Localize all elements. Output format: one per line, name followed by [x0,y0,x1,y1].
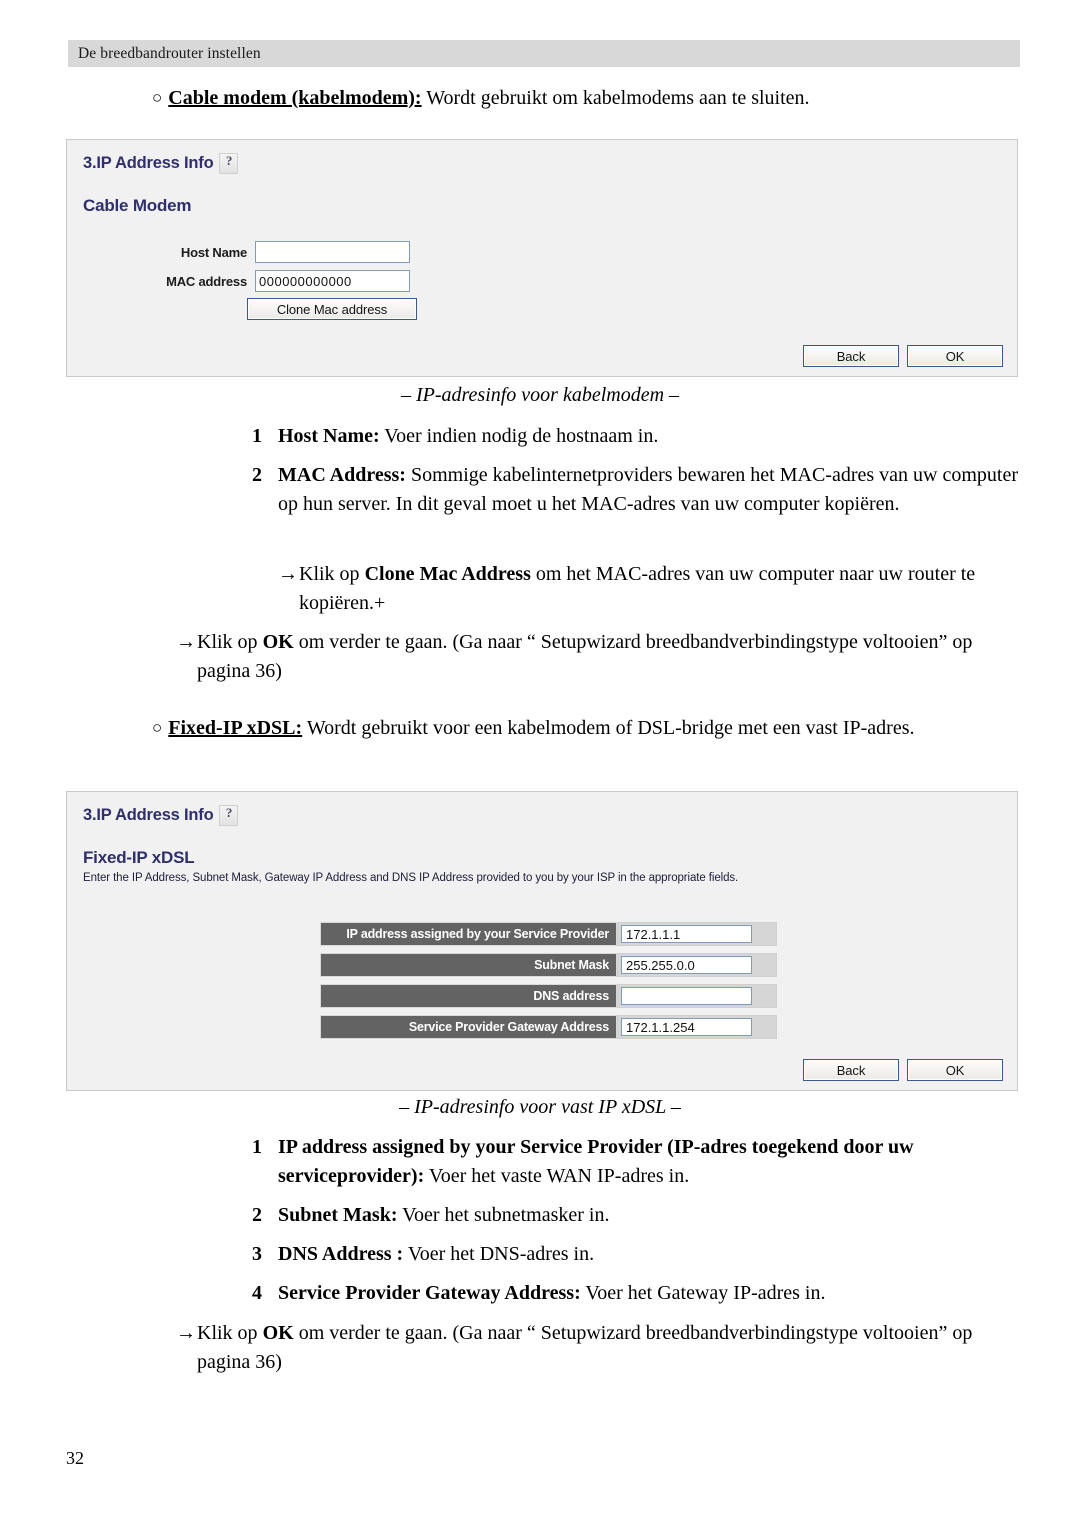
arrow-text-post: om verder te gaan. (Ga naar “ Setupwizar… [197,1322,973,1373]
document-page: De breedbandrouter instellen ○ Cable mode… [0,0,1080,1535]
list-item-body: Voer het DNS-adres in. [403,1243,595,1265]
list-item-number: 3 [252,1243,262,1265]
arrow-text-pre: Klik op [197,631,263,653]
bullet-rest-fixed-ip: Wordt gebruikt voor een kabelmodem of DS… [302,717,915,739]
list-item-number: 1 [252,1136,262,1158]
router-ui-panel-fixed-ip: 3.IP Address Info Fixed-IP xDSL Enter th… [66,791,1018,1091]
arrow-paragraph-text: Klik op OK om verder te gaan. (Ga naar “… [197,628,1020,686]
arrow-icon: → [176,631,196,653]
arrow-paragraph-clone-mac: → Klik op Clone Mac Address om het MAC-a… [278,560,1020,618]
bullet-cable-modem: ○ Cable modem (kabelmodem): Wordt gebruik… [152,84,1022,112]
numbered-list-fixed-ip: 1 IP address assigned by your Service Pr… [252,1133,1022,1318]
arrow-paragraph-text: Klik op OK om verder te gaan. (Ga naar “… [197,1319,1020,1377]
list-item-text: Host Name: Voer indien nodig de hostnaam… [278,422,1022,451]
list-item-body: Voer het subnetmasker in. [397,1204,610,1226]
list-item-body: Voer het Gateway IP-adres in. [580,1282,826,1304]
form-row-host-name: Host Name [157,241,410,263]
panel-subtitle-fixed-ip: Fixed-IP xDSL [83,848,195,867]
list-item: 1 IP address assigned by your Service Pr… [252,1133,1022,1191]
numbered-list-cable-modem: 1 Host Name: Voer indien nodig de hostna… [252,422,1022,529]
list-item-body: Voer indien nodig de hostnaam in. [379,425,659,447]
list-item-body: Voer het vaste WAN IP-adres in. [424,1165,690,1187]
list-item-lead: Subnet Mask: [278,1204,398,1226]
bullet-term-fixed-ip: Fixed-IP xDSL: [168,717,303,739]
panel-title-text: 3.IP Address Info [83,154,214,172]
list-item-number: 2 [252,464,262,486]
arrow-text-post: om verder te gaan. (Ga naar “ Setupwizar… [197,631,973,682]
bullet-fixed-ip-xdsl: ○ Fixed-IP xDSL: Wordt gebruikt voor een … [152,714,1022,742]
panel-title-ip-address-info-2: 3.IP Address Info [83,805,239,826]
list-item-text: Service Provider Gateway Address: Voer h… [278,1279,1022,1308]
question-mark-icon[interactable] [219,805,239,826]
arrow-text-bold: Clone Mac Address [364,563,531,585]
list-item: 4 Service Provider Gateway Address: Voer… [252,1279,1022,1308]
list-item-text: IP address assigned by your Service Prov… [278,1133,1022,1191]
list-item-number: 1 [252,425,262,447]
page-number: 32 [66,1448,84,1468]
value-wrap-dns-address [617,984,777,1008]
list-item-text: MAC Address: Sommige kabelinternetprovid… [278,461,1022,519]
list-item-lead: Host Name: [278,425,380,447]
question-mark-icon[interactable] [219,153,239,174]
running-header: De breedbandrouter instellen [68,40,1020,67]
form-row-ip-address: IP address assigned by your Service Prov… [320,922,777,946]
panel-title-text: 3.IP Address Info [83,806,214,824]
ok-button[interactable]: OK [907,1059,1003,1081]
label-dns-address: DNS address [320,984,617,1008]
arrow-text-bold: OK [262,1322,294,1344]
list-item: 1 Host Name: Voer indien nodig de hostna… [252,422,1022,451]
caption-fixed-ip: – IP-adresinfo voor vast IP xDSL – [399,1096,681,1118]
value-wrap-ip-address: 172.1.1.1 [617,922,777,946]
form-row-mac-address: MAC address 000000000000 [147,270,410,292]
arrow-text-pre: Klik op [197,1322,263,1344]
form-row-dns-address: DNS address [320,984,777,1008]
input-host-name[interactable] [255,241,410,263]
list-item-text: DNS Address : Voer het DNS-adres in. [278,1240,1022,1269]
arrow-icon: → [278,563,298,585]
router-ui-panel-cable-modem: 3.IP Address Info Cable Modem Host Name … [66,139,1018,377]
form-row-subnet-mask: Subnet Mask 255.255.0.0 [320,953,777,977]
label-ip-address-assigned: IP address assigned by your Service Prov… [320,922,617,946]
form-row-gateway-address: Service Provider Gateway Address 172.1.1… [320,1015,777,1039]
list-item: 3 DNS Address : Voer het DNS-adres in. [252,1240,1022,1269]
label-gateway-address: Service Provider Gateway Address [320,1015,617,1039]
list-item-number: 2 [252,1204,262,1226]
label-mac-address: MAC address [166,273,247,289]
list-item-lead: MAC Address: [278,464,406,486]
arrow-paragraph-ok-cable: → Klik op OK om verder te gaan. (Ga naar… [176,628,1020,686]
list-item-number: 4 [252,1282,262,1304]
input-mac-address[interactable]: 000000000000 [255,270,410,292]
list-item-lead: Service Provider Gateway Address: [278,1282,581,1304]
list-item-lead: DNS Address : [278,1243,404,1265]
bullet-marker-fixed-ip: ○ [152,718,163,737]
panel-subtitle-cable-modem: Cable Modem [83,196,192,215]
value-wrap-gateway-address: 172.1.1.254 [617,1015,777,1039]
arrow-paragraph-ok-fixed-ip: → Klik op OK om verder te gaan. (Ga naar… [176,1319,1020,1377]
list-item: 2 Subnet Mask: Voer het subnetmasker in. [252,1201,1022,1230]
panel-title-ip-address-info: 3.IP Address Info [83,153,239,174]
back-button[interactable]: Back [803,1059,899,1081]
input-subnet-mask[interactable]: 255.255.0.0 [621,956,752,974]
back-button[interactable]: Back [803,345,899,367]
list-item-text: Subnet Mask: Voer het subnetmasker in. [278,1201,1022,1230]
value-wrap-subnet-mask: 255.255.0.0 [617,953,777,977]
arrow-icon: → [176,1322,196,1344]
ok-button[interactable]: OK [907,345,1003,367]
bullet-rest-cable-modem: Wordt gebruikt om kabelmodems aan te slu… [421,87,810,109]
input-gateway-address[interactable]: 172.1.1.254 [621,1018,752,1036]
label-subnet-mask: Subnet Mask [320,953,617,977]
arrow-text-bold: OK [262,631,294,653]
bullet-marker-cable-modem: ○ [152,88,163,107]
bullet-term-cable-modem: Cable modem (kabelmodem): [168,87,422,109]
arrow-text-pre: Klik op [299,563,365,585]
input-dns-address[interactable] [621,987,752,1005]
caption-cable-modem: – IP-adresinfo voor kabelmodem – [400,384,680,406]
clone-mac-address-button[interactable]: Clone Mac address [247,298,417,320]
label-host-name: Host Name [180,244,247,260]
input-ip-address[interactable]: 172.1.1.1 [621,925,752,943]
arrow-paragraph-text: Klik op Clone Mac Address om het MAC-adr… [299,560,1020,618]
list-item: 2 MAC Address: Sommige kabelinternetprov… [252,461,1022,519]
panel-description-fixed-ip: Enter the IP Address, Subnet Mask, Gatew… [83,872,739,884]
